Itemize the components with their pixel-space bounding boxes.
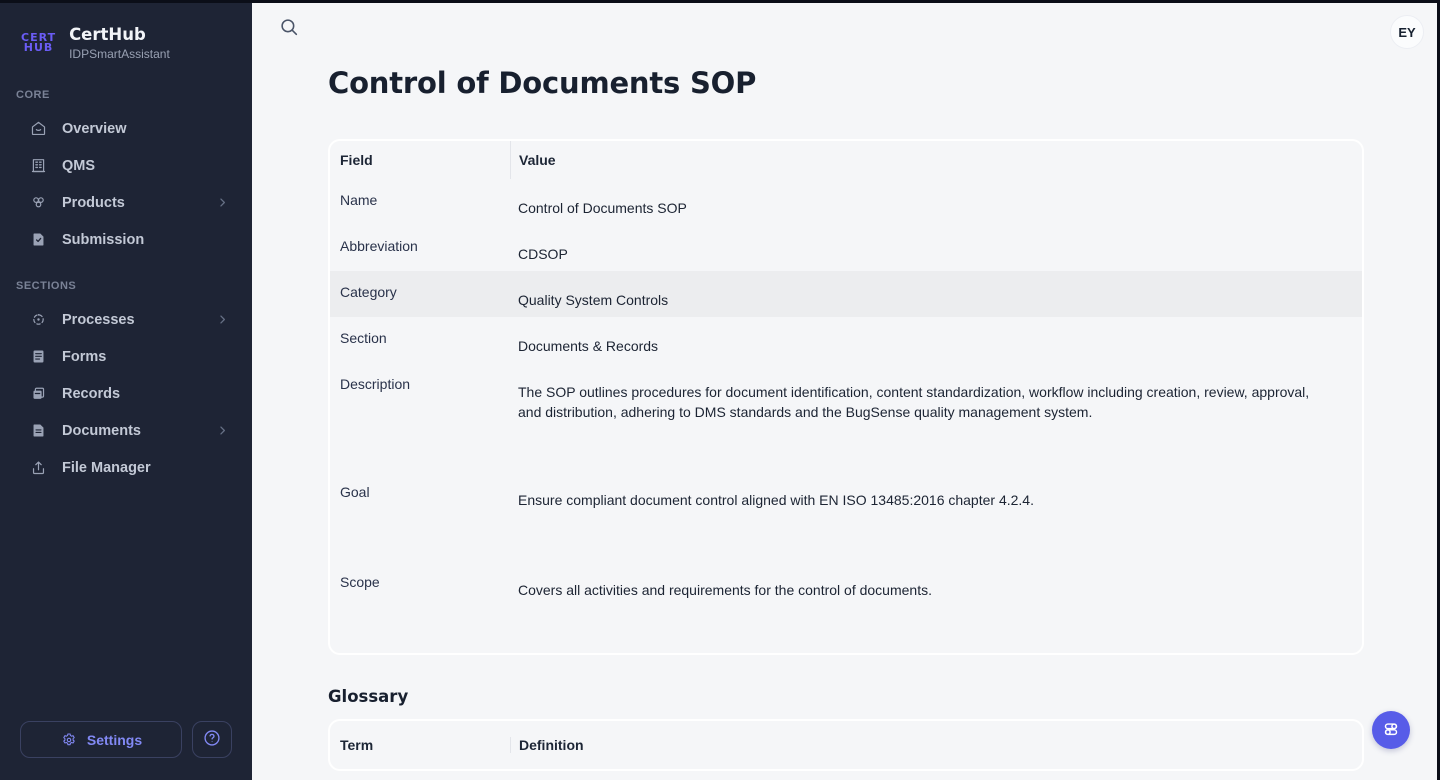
brand: CERT HUB CertHub IDPSmartAssistant — [0, 0, 252, 89]
app-subtitle: IDPSmartAssistant — [69, 47, 170, 61]
details-table-header: Field Value — [330, 141, 1362, 179]
details-table: Field Value NameControl of Documents SOP… — [328, 139, 1364, 655]
field-label: Description — [330, 363, 510, 471]
field-value: The SOP outlines procedures for document… — [510, 363, 1362, 471]
page-title: Control of Documents SOP — [328, 66, 1440, 100]
column-header-field: Field — [330, 141, 510, 179]
sidebar-item-forms[interactable]: Forms — [14, 340, 238, 373]
sidebar-item-overview[interactable]: Overview — [14, 112, 238, 145]
records-icon — [29, 385, 47, 403]
chevron-right-icon — [215, 423, 230, 438]
glossary-title: Glossary — [328, 687, 1440, 706]
help-button[interactable] — [192, 721, 232, 758]
details-rows: NameControl of Documents SOPAbbreviation… — [330, 179, 1362, 653]
settings-button[interactable]: Settings — [20, 721, 182, 758]
sidebar-item-file-manager[interactable]: File Manager — [14, 451, 238, 484]
field-value: Control of Documents SOP — [510, 179, 1362, 225]
cubes-icon — [29, 194, 47, 212]
chevron-right-icon — [215, 312, 230, 327]
field-label: Section — [330, 317, 510, 363]
table-row-category[interactable]: CategoryQuality System Controls — [330, 271, 1362, 317]
main-content: EY Control of Documents SOP Field Value … — [252, 0, 1440, 780]
nav-section-label: SECTIONS — [14, 280, 238, 303]
sidebar-item-label: Forms — [62, 349, 106, 365]
table-row-abbreviation[interactable]: AbbreviationCDSOP — [330, 225, 1362, 271]
building-icon — [29, 157, 47, 175]
sidebar-item-label: Products — [62, 195, 125, 211]
sidebar-item-qms[interactable]: QMS — [14, 149, 238, 182]
window-top-edge — [0, 0, 1440, 3]
field-value: CDSOP — [510, 225, 1362, 271]
settings-label: Settings — [87, 732, 142, 748]
field-label: Goal — [330, 471, 510, 561]
sidebar-item-label: Processes — [62, 312, 135, 328]
sidebar-item-documents[interactable]: Documents — [14, 414, 238, 447]
user-avatar[interactable]: EY — [1390, 15, 1424, 49]
field-label: Scope — [330, 561, 510, 653]
sidebar-item-processes[interactable]: Processes — [14, 303, 238, 336]
certhub-logo-icon: CERT HUB — [21, 33, 56, 53]
column-header-value: Value — [510, 141, 1362, 179]
sidebar-item-records[interactable]: Records — [14, 377, 238, 410]
sidebar-item-label: Documents — [62, 423, 141, 439]
document-icon — [29, 422, 47, 440]
search-icon — [278, 16, 300, 41]
sidebar-item-products[interactable]: Products — [14, 186, 238, 219]
field-label: Category — [330, 271, 510, 317]
sidebar: CERT HUB CertHub IDPSmartAssistant CORE O… — [0, 0, 252, 780]
document-check-icon — [29, 231, 47, 249]
column-header-definition: Definition — [510, 737, 1362, 753]
sidebar-item-submission[interactable]: Submission — [14, 223, 238, 256]
sliders-icon — [1380, 718, 1402, 743]
gear-icon — [60, 731, 78, 749]
field-value: Documents & Records — [510, 317, 1362, 363]
field-value: Covers all activities and requirements f… — [510, 561, 1362, 653]
form-icon — [29, 348, 47, 366]
home-icon — [29, 120, 47, 138]
upload-icon — [29, 459, 47, 477]
topbar: EY — [252, 0, 1440, 49]
sidebar-bottom: Settings — [0, 701, 252, 780]
assistant-fab-button[interactable] — [1372, 711, 1410, 749]
table-row-scope[interactable]: ScopeCovers all activities and requireme… — [330, 561, 1362, 653]
field-label: Abbreviation — [330, 225, 510, 271]
search-button[interactable] — [276, 15, 302, 41]
glossary-table: Term Definition — [328, 719, 1364, 771]
sidebar-item-label: QMS — [62, 158, 95, 174]
help-icon — [202, 728, 222, 751]
table-row-section[interactable]: SectionDocuments & Records — [330, 317, 1362, 363]
sidebar-item-label: File Manager — [62, 460, 151, 476]
field-value: Ensure compliant document control aligne… — [510, 471, 1362, 561]
sidebar-nav: CORE Overview QMS Products Submission SECTION… — [0, 89, 252, 488]
field-value: Quality System Controls — [510, 271, 1362, 317]
workflow-icon — [29, 311, 47, 329]
nav-section-label: CORE — [14, 89, 238, 112]
column-header-term: Term — [330, 737, 510, 753]
app-name: CertHub — [69, 25, 170, 44]
logo-line2: HUB — [21, 43, 56, 53]
sidebar-item-label: Records — [62, 386, 120, 402]
table-row-goal[interactable]: GoalEnsure compliant document control al… — [330, 471, 1362, 561]
table-row-name[interactable]: NameControl of Documents SOP — [330, 179, 1362, 225]
table-row-description[interactable]: DescriptionThe SOP outlines procedures f… — [330, 363, 1362, 471]
sidebar-item-label: Overview — [62, 121, 127, 137]
sidebar-item-label: Submission — [62, 232, 144, 248]
chevron-right-icon — [215, 195, 230, 210]
field-label: Name — [330, 179, 510, 225]
